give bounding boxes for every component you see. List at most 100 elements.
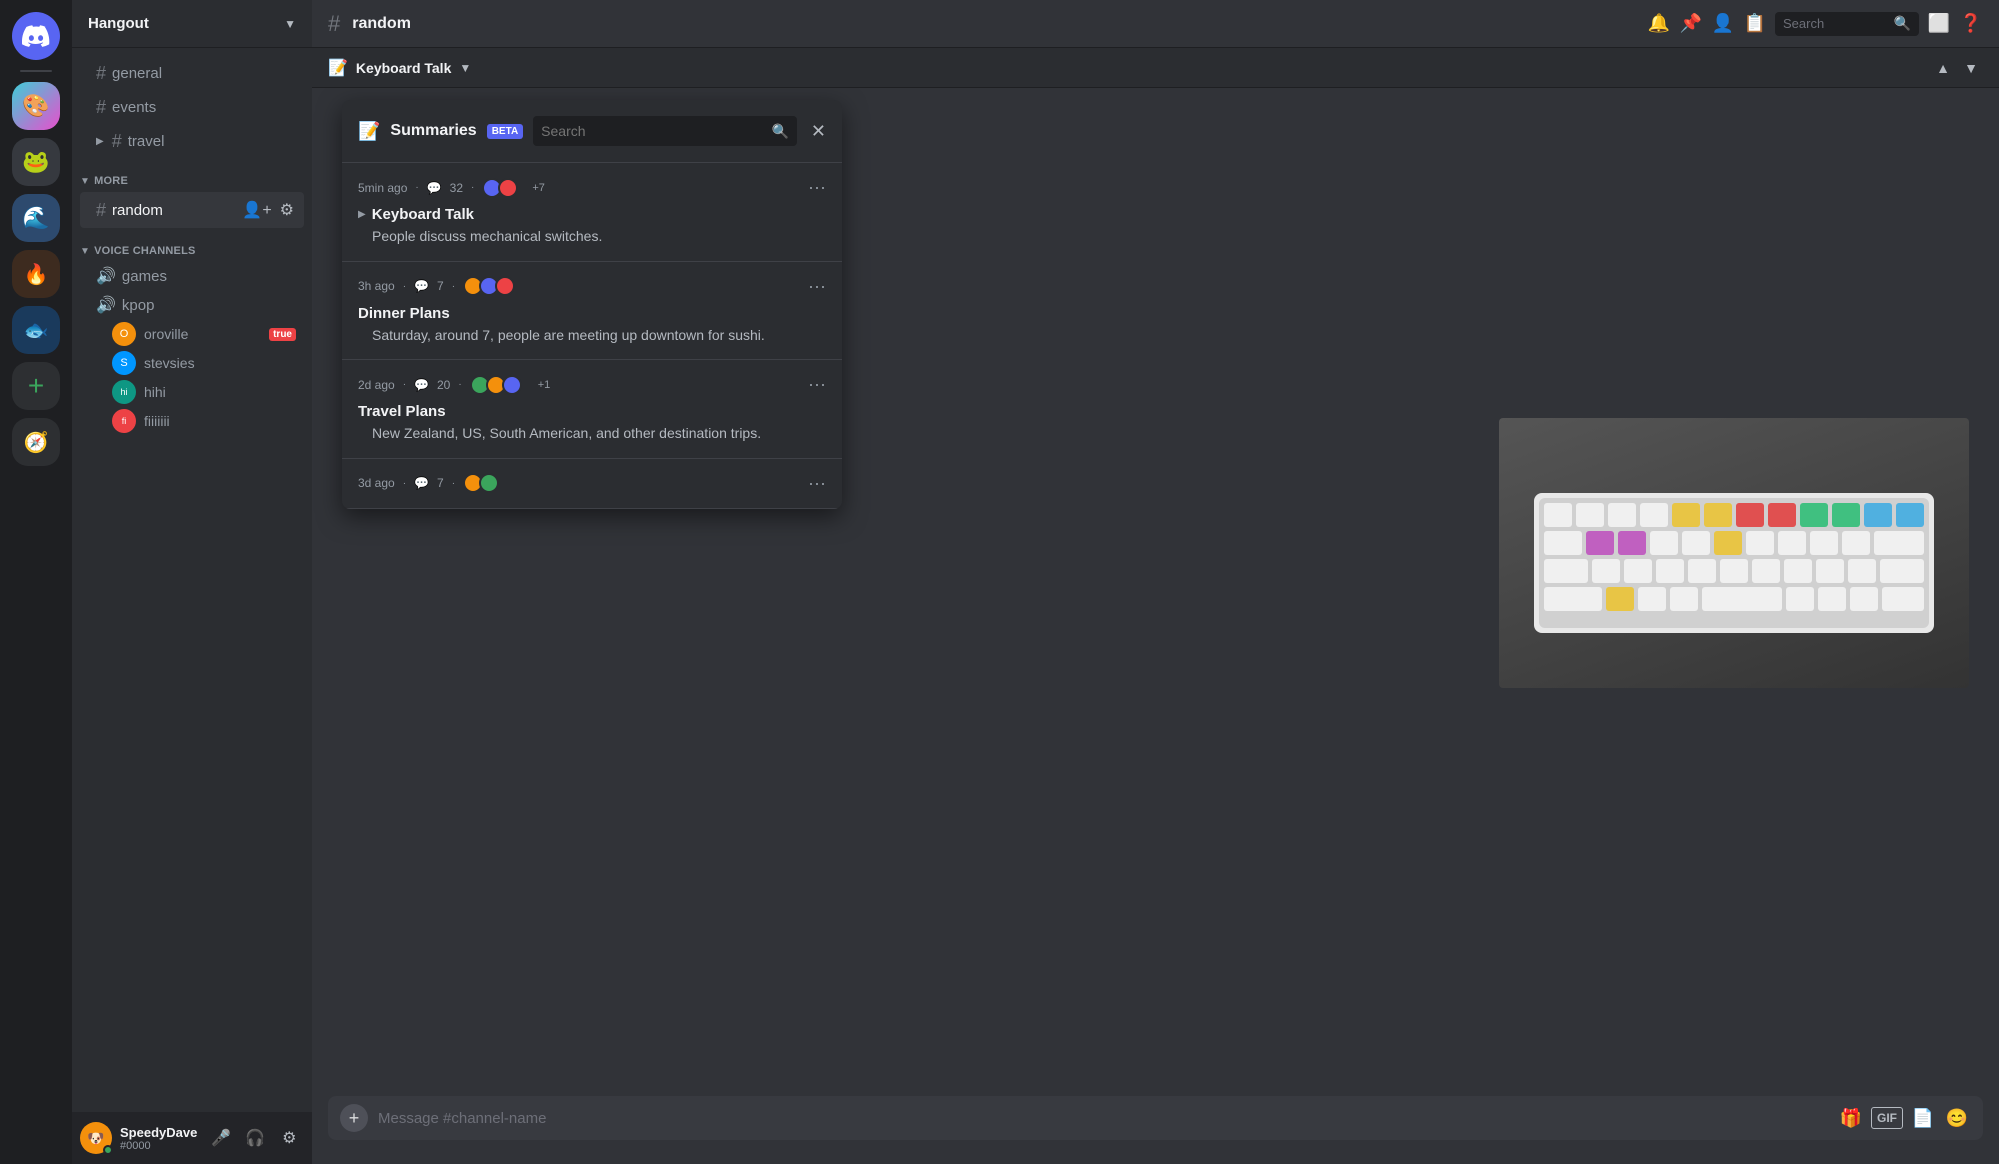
channel-actions: 👤+ ⚙ — [240, 198, 296, 222]
summary-avatars — [470, 375, 522, 395]
server-header[interactable]: Hangout ▼ — [72, 0, 312, 48]
header-search[interactable]: Search 🔍 — [1775, 12, 1919, 36]
gift-button[interactable]: 🎁 — [1837, 1104, 1865, 1132]
pins-button[interactable]: 📌 — [1679, 12, 1703, 36]
summary-topic: Travel Plans — [358, 403, 446, 420]
notifications-button[interactable]: 🔔 — [1647, 12, 1671, 36]
channel-settings-button[interactable]: ⚙ — [278, 198, 296, 222]
channel-hash-icon: # — [112, 131, 122, 152]
avatar-2 — [479, 473, 499, 493]
online-status-dot — [103, 1145, 113, 1155]
emoji-button[interactable]: 😊 — [1943, 1104, 1971, 1132]
summary-more-button[interactable]: ··· — [808, 177, 826, 198]
avatar-overflow: +1 — [538, 379, 551, 391]
server-icon-1[interactable]: 🎨 — [12, 82, 60, 130]
summary-avatars — [463, 473, 499, 493]
gif-button[interactable]: GIF — [1871, 1107, 1903, 1129]
voice-channels-section[interactable]: ▼ VOICE CHANNELS — [72, 229, 312, 261]
keyboard-talk-bar: 📝 Keyboard Talk ▼ ▲ ▼ — [312, 48, 1999, 88]
message-icon: 💬 — [414, 476, 429, 490]
discord-home-button[interactable] — [12, 12, 60, 60]
summaries-search[interactable]: 🔍 — [533, 116, 797, 146]
channel-item-events[interactable]: # events — [80, 91, 304, 124]
summary-count: 7 — [437, 279, 444, 293]
topic-arrow-icon: ▶ — [358, 209, 366, 220]
dot: · — [452, 281, 455, 292]
collapse-up-button[interactable]: ▲ — [1931, 56, 1955, 80]
headphones-button[interactable]: 🎧 — [239, 1122, 271, 1154]
sticker-button[interactable]: 📄 — [1909, 1104, 1937, 1132]
add-member-button[interactable]: 👤+ — [240, 198, 273, 222]
server-dropdown-arrow: ▼ — [284, 17, 296, 31]
summaries-close-button[interactable]: ✕ — [811, 121, 826, 142]
message-input[interactable] — [378, 1110, 1827, 1127]
user-avatar: 🐶 — [80, 1122, 112, 1154]
summary-more-button[interactable]: ··· — [808, 276, 826, 297]
avatar-3 — [495, 276, 515, 296]
voice-channel-label: kpop — [122, 297, 155, 314]
mic-button[interactable]: 🎤 — [205, 1122, 237, 1154]
keyboard-talk-name: Keyboard Talk — [356, 60, 451, 76]
channel-hash-icon: # — [96, 97, 106, 118]
speaker-icon: 🔊 — [96, 266, 116, 286]
server-icon-2[interactable]: 🐸 — [12, 138, 60, 186]
channel-sidebar: Hangout ▼ # general # events ▶ # travel … — [72, 0, 312, 1164]
add-attachment-button[interactable]: + — [340, 1104, 368, 1132]
search-icon: 🔍 — [1894, 15, 1911, 32]
voice-user-stevsies[interactable]: S stevsies — [80, 349, 304, 377]
header-actions: 🔔 📌 👤 📋 Search 🔍 ⬜ ❓ — [1647, 12, 1983, 36]
dot: · — [452, 478, 455, 489]
user-avatar: S — [112, 351, 136, 375]
message-icon: 💬 — [414, 378, 429, 392]
summary-time: 3d ago — [358, 476, 395, 490]
summaries-title: Summaries — [390, 122, 476, 140]
inbox-icon-button[interactable]: ⬜ — [1927, 12, 1951, 36]
collapsed-arrow-icon: ▶ — [96, 136, 104, 147]
summary-more-button[interactable]: ··· — [808, 473, 826, 494]
beta-badge: BETA — [487, 124, 523, 139]
user-panel: 🐶 SpeedyDave #0000 🎤 🎧 ⚙ — [72, 1112, 312, 1164]
keyboard-talk-dropdown[interactable]: ▼ — [459, 61, 471, 75]
channel-label: general — [112, 65, 162, 82]
inbox-button[interactable]: 📋 — [1743, 12, 1767, 36]
expand-down-button[interactable]: ▼ — [1959, 56, 1983, 80]
add-server-button[interactable]: + — [12, 362, 60, 410]
help-button[interactable]: ❓ — [1959, 12, 1983, 36]
channel-header: # random 🔔 📌 👤 📋 Search 🔍 ⬜ ❓ — [312, 0, 1999, 48]
dot: · — [458, 379, 461, 390]
summary-meta-4: 3d ago · 💬 7 · ··· — [358, 473, 826, 494]
members-button[interactable]: 👤 — [1711, 12, 1735, 36]
server-icon-5[interactable]: 🐟 — [12, 306, 60, 354]
server-icon-4[interactable]: 🔥 — [12, 250, 60, 298]
voice-user-oroville[interactable]: O oroville true — [80, 320, 304, 348]
messages-area[interactable]: 📝 Summaries BETA 🔍 ✕ 5min ago · 💬 32 · — [312, 88, 1999, 1096]
summary-more-button[interactable]: ··· — [808, 374, 826, 395]
voice-user-hihi[interactable]: hi hihi — [80, 378, 304, 406]
discover-button[interactable]: 🧭 — [12, 418, 60, 466]
summaries-header: 📝 Summaries BETA 🔍 ✕ — [342, 100, 842, 163]
channel-label: events — [112, 99, 156, 116]
avatar-3 — [502, 375, 522, 395]
channel-item-travel[interactable]: ▶ # travel — [80, 125, 304, 158]
main-content: # random 🔔 📌 👤 📋 Search 🔍 ⬜ ❓ 📝 Keyboard… — [312, 0, 1999, 1164]
user-avatar: O — [112, 322, 136, 346]
user-info: SpeedyDave #0000 — [120, 1125, 197, 1152]
channel-item-general[interactable]: # general — [80, 57, 304, 90]
summaries-search-input[interactable] — [541, 123, 765, 139]
settings-button[interactable]: ⚙ — [273, 1122, 305, 1154]
summary-time: 2d ago — [358, 378, 395, 392]
summary-count: 7 — [437, 476, 444, 490]
server-icon-3[interactable]: 🌊 — [12, 194, 60, 242]
speaker-icon: 🔊 — [96, 295, 116, 315]
summary-item-2: 3h ago · 💬 7 · ··· Dinner Plans Saturday… — [342, 262, 842, 361]
voice-channel-kpop[interactable]: 🔊 kpop — [80, 291, 304, 319]
more-section-header[interactable]: ▼ MORE — [72, 159, 312, 191]
summaries-search-icon: 🔍 — [771, 123, 788, 140]
user-panel-actions: 🎤 🎧 ⚙ — [205, 1122, 305, 1154]
message-icon: 💬 — [427, 181, 442, 195]
channel-list: # general # events ▶ # travel ▼ MORE # r… — [72, 48, 312, 1112]
voice-user-fiiiiiii[interactable]: fi fiiiiiii — [80, 407, 304, 435]
voice-channel-games[interactable]: 🔊 games — [80, 262, 304, 290]
channel-item-random[interactable]: # random 👤+ ⚙ — [80, 192, 304, 228]
keyboard-talk-icon: 📝 — [328, 58, 348, 78]
